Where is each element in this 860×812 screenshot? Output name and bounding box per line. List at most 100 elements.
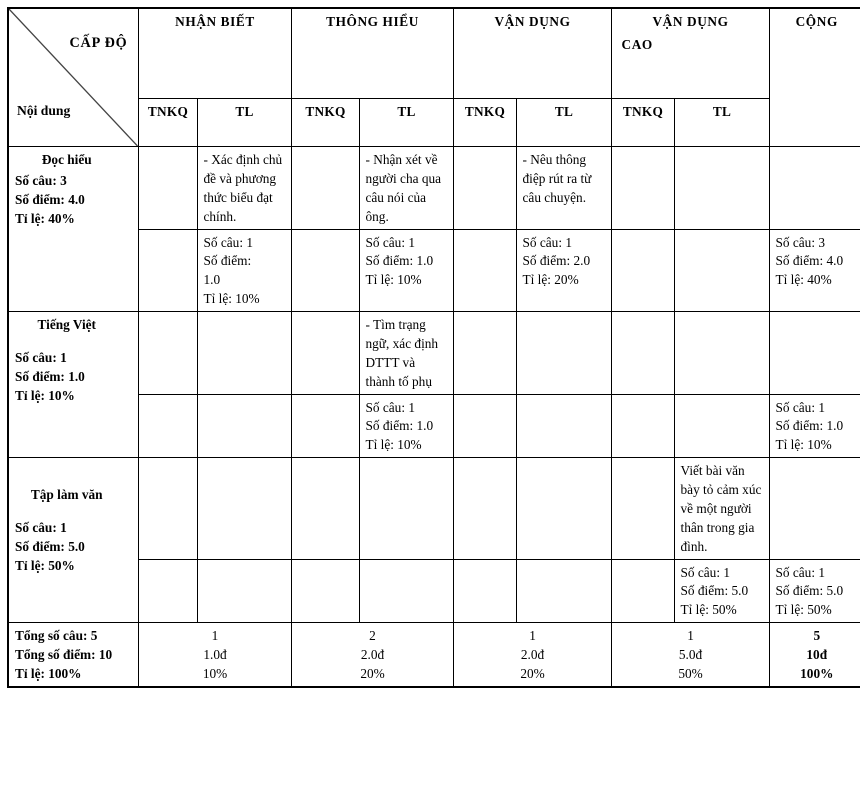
cell-stat-vd-tnkq: [452, 228, 517, 312]
cell-stat-cong: Số câu: 1 Số điểm: 5.0 Tỉ lệ: 50%: [768, 558, 860, 624]
totals-diem: 2.0đ: [520, 647, 545, 662]
stat-line: Tỉ lệ: 10%: [365, 437, 422, 453]
subject-name: Đọc hiểu: [41, 152, 92, 167]
cell-desc-vd-tl: [515, 457, 612, 560]
totals-grand: 5 10đ 100%: [768, 622, 860, 688]
cell-stat-nb-tl: [196, 558, 292, 624]
cell-desc-vdc-tnkq: [610, 457, 675, 560]
cell-desc-cong: [768, 146, 860, 230]
cell-stat-th-tnkq: [290, 228, 360, 312]
stat-line: Số câu: 1: [680, 564, 731, 580]
cell-desc-vd-tnkq: [452, 311, 517, 395]
header-level-van-dung-cao-line2: CAO: [621, 36, 653, 52]
stat-line: Số câu: 1: [775, 399, 826, 415]
subject-so-diem: Số điểm: 5.0: [15, 538, 85, 554]
stat-line: Số điểm: 1.0: [365, 418, 434, 434]
cell-desc-nb-tl: - Xác định chủ đề và phương thức biểu đạ…: [196, 146, 292, 230]
header-level-van-dung-cao: VẬN DỤNG CAO: [610, 7, 770, 100]
totals-tile: 20%: [520, 665, 545, 681]
cell-stat-vd-tl: Số câu: 1 Số điểm: 2.0 Tỉ lệ: 20%: [515, 228, 612, 312]
subject-ti-le: Tỉ lệ: 40%: [15, 210, 75, 226]
totals-ti-le-label: Tỉ lệ: 100%: [15, 665, 82, 681]
cell-desc-vd-tnkq: [452, 457, 517, 560]
totals-so-cau-label: Tổng số câu: 5: [15, 628, 98, 644]
cell-stat-th-tl: Số câu: 1 Số điểm: 1.0 Tỉ lệ: 10%: [358, 228, 454, 312]
stat-line: Tỉ lệ: 50%: [680, 602, 737, 618]
subject-ti-le: Tỉ lệ: 50%: [15, 557, 75, 573]
header-total-cong: CỘNG: [768, 7, 860, 147]
cell-stat-nb-tl: [196, 393, 292, 459]
cell-stat-th-tl: [358, 558, 454, 624]
totals-thong-hieu: 2 2.0đ 20%: [290, 622, 454, 688]
row-subject-doc-hieu: Đọc hiểu Số câu: 3 Số điểm: 4.0 Tỉ lệ: 4…: [7, 146, 139, 312]
level-axis-label: CẤP ĐỘ: [69, 35, 128, 51]
totals-so-diem-label: Tổng số điểm: 10: [15, 647, 113, 662]
header-level-van-dung-cao-line1: VẬN DỤNG: [652, 14, 729, 29]
cell-stat-vdc-tnkq: [610, 393, 675, 459]
cell-desc-vd-tnkq: [452, 146, 517, 230]
diagonal-divider-icon: [9, 9, 137, 146]
totals-cau: 1: [529, 628, 536, 644]
cell-stat-vdc-tnkq: [610, 228, 675, 312]
cell-desc-nb-tnkq: [137, 457, 198, 560]
subject-so-diem: Số điểm: 1.0: [15, 368, 85, 384]
totals-diem: 1.0đ: [203, 647, 227, 662]
totals-tile: 50%: [678, 665, 703, 681]
content-axis-label: Nội dung: [17, 102, 71, 118]
cell-stat-cong: Số câu: 3 Số điểm: 4.0 Tỉ lệ: 40%: [768, 228, 860, 312]
matrix-sheet: CẤP ĐỘ Nội dung NHẬN BIẾT THÔNG HIỂU VẬN…: [0, 0, 860, 812]
stat-line: Số điểm: 1.0: [775, 418, 844, 434]
stat-line: Số điểm: 5.0: [775, 583, 844, 599]
stat-line: Số điểm: 1.0: [365, 253, 434, 269]
header-sub-vd-tl: TL: [515, 98, 612, 147]
totals-diem: 10đ: [806, 647, 828, 662]
subject-name: Tiếng Việt: [37, 317, 97, 332]
totals-nhan-biet: 1 1.0đ 10%: [137, 622, 292, 688]
header-row-levels: CẤP ĐỘ Nội dung NHẬN BIẾT THÔNG HIỂU VẬN…: [7, 7, 860, 147]
stat-line: Tỉ lệ: 40%: [775, 272, 832, 288]
cell-stat-th-tl: Số câu: 1 Số điểm: 1.0 Tỉ lệ: 10%: [358, 393, 454, 459]
totals-diem: 2.0đ: [360, 647, 385, 662]
cell-stat-th-tnkq: [290, 393, 360, 459]
cell-desc-vdc-tnkq: [610, 311, 675, 395]
cell-desc-vdc-tnkq: [610, 146, 675, 230]
header-sub-nb-tl: TL: [196, 98, 292, 147]
stat-line: Số điểm: 5.0: [680, 583, 749, 599]
cell-stat-vdc-tnkq: [610, 558, 675, 624]
cell-desc-nb-tl: [196, 457, 292, 560]
cell-desc-vd-tl: - Nêu thông điệp rút ra từ câu chuyện.: [515, 146, 612, 230]
cell-desc-vdc-tl: [673, 146, 770, 230]
totals-label-cell: Tổng số câu: 5 Tổng số điểm: 10 Tỉ lệ: 1…: [7, 622, 139, 688]
totals-tile: 10%: [202, 665, 228, 681]
stat-line: Số điểm: 2.0: [522, 253, 591, 269]
stat-line: Số câu: 1: [203, 234, 254, 250]
subject-so-cau: Số câu: 1: [15, 349, 67, 365]
cell-desc-th-tnkq: [290, 146, 360, 230]
header-level-nhan-biet: NHẬN BIẾT: [137, 7, 292, 100]
subject-so-cau: Số câu: 3: [15, 172, 67, 188]
stat-line: Số câu: 1: [365, 234, 416, 250]
stat-line: Số điểm: 4.0: [775, 253, 844, 269]
totals-cau: 1: [211, 628, 219, 644]
header-sub-nb-tnkq: TNKQ: [137, 98, 198, 147]
stat-line: Tỉ lệ: 10%: [775, 437, 832, 453]
totals-diem: 5.0đ: [678, 647, 703, 662]
cell-desc-vdc-tl: Viết bài văn bày tỏ cảm xúc về một người…: [673, 457, 770, 560]
stat-line: Tỉ lệ: 10%: [203, 291, 260, 307]
cell-desc-vd-tl: [515, 311, 612, 395]
stat-line: Số câu: 3: [775, 234, 826, 250]
cell-stat-vdc-tl: [673, 393, 770, 459]
header-sub-vdc-tl: TL: [673, 98, 770, 147]
totals-tile: 100%: [800, 665, 834, 681]
row-subject-tieng-viet: Tiếng Việt Số câu: 1 Số điểm: 1.0 Tỉ lệ:…: [7, 310, 139, 459]
stat-line: Số câu: 1: [522, 234, 573, 250]
cell-stat-cong: Số câu: 1 Số điểm: 1.0 Tỉ lệ: 10%: [768, 393, 860, 459]
table-row: Đọc hiểu Số câu: 3 Số điểm: 4.0 Tỉ lệ: 4…: [7, 146, 860, 312]
cell-stat-vd-tl: [515, 393, 612, 459]
subject-so-cau: Số câu: 1: [15, 520, 67, 535]
row-subject-tap-lam-van: Tập làm văn Số câu: 1 Số điểm: 5.0 Tỉ lệ…: [7, 457, 139, 624]
